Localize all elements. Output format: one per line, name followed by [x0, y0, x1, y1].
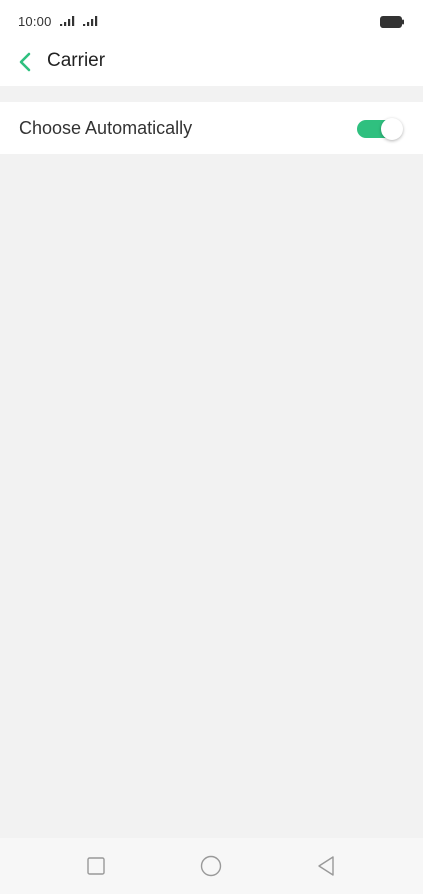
signal-bars-icon — [60, 14, 76, 32]
square-recents-icon — [87, 857, 105, 875]
choose-automatically-label: Choose Automatically — [19, 118, 193, 138]
toggle-knob — [381, 118, 403, 140]
status-time: 10:00 — [18, 14, 52, 29]
page-title: Carrier — [47, 50, 106, 71]
status-bar: 10:00 — [0, 0, 423, 42]
choose-automatically-toggle[interactable] — [357, 118, 405, 144]
header: Carrier — [0, 42, 423, 86]
home-button[interactable] — [196, 852, 226, 880]
nav-back-button[interactable] — [311, 852, 341, 880]
recents-button[interactable] — [81, 852, 111, 880]
signal-bars-icon — [83, 14, 99, 32]
navigation-bar — [0, 838, 423, 894]
back-button[interactable] — [12, 48, 38, 76]
triangle-back-icon — [318, 856, 334, 876]
choose-automatically-row[interactable]: Choose Automatically — [0, 102, 423, 154]
battery-icon — [380, 15, 405, 33]
chevron-left-icon — [19, 52, 31, 72]
circle-home-icon — [200, 855, 222, 877]
